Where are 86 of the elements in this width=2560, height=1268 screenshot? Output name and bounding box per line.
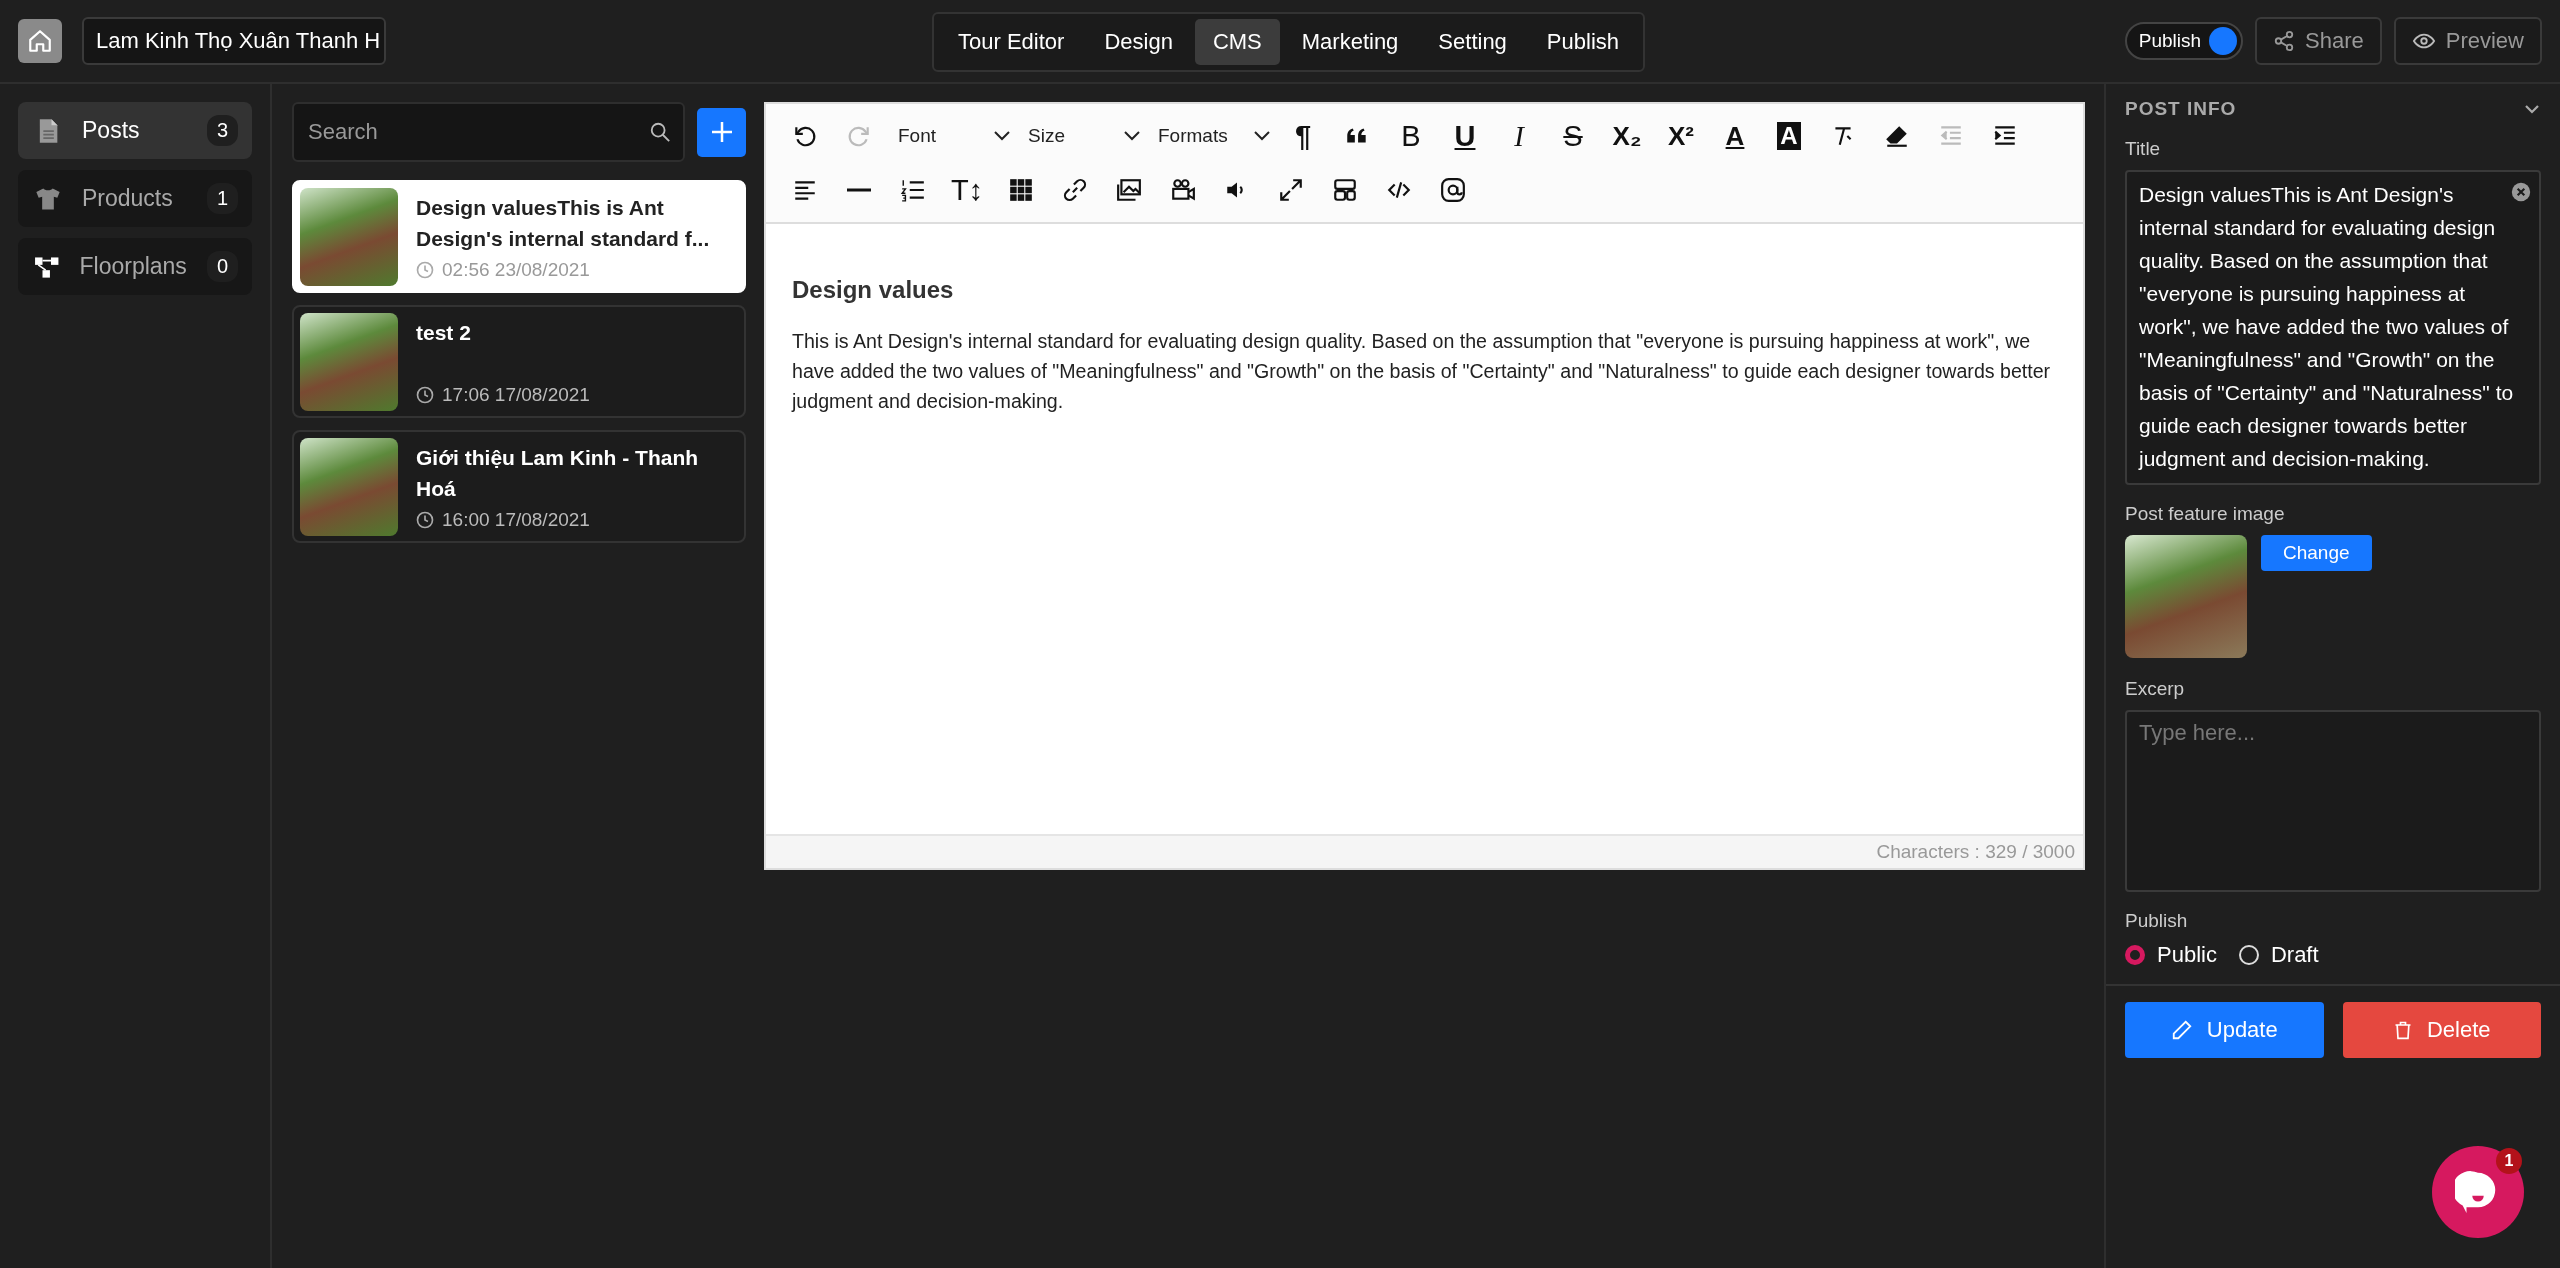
radio-option[interactable]: Draft <box>2238 942 2319 968</box>
field-label: Excerp <box>2125 678 2186 700</box>
post-time: 16:00 17/08/2021 <box>442 509 590 531</box>
post-card[interactable]: Giới thiệu Lam Kinh - Thanh Hoá 16:00 17/08/2021 <box>292 430 746 543</box>
change-button[interactable]: Change <box>2261 535 2372 571</box>
sidebar-item[interactable]: Floorplans 0 <box>18 238 252 295</box>
field-label: Title <box>2125 138 2162 160</box>
nav-tab[interactable]: Tour Editor <box>940 19 1083 65</box>
post-time: 02:56 23/08/2021 <box>442 259 590 281</box>
sidebar-item[interactable]: Posts 3 <box>18 102 252 159</box>
toolbar-button[interactable]: B <box>1384 114 1438 158</box>
field-label: Post feature image <box>2125 503 2286 525</box>
toolbar-button[interactable]: S <box>1546 114 1600 158</box>
home-icon <box>27 28 53 54</box>
clock-icon <box>416 386 434 404</box>
image-icon <box>1116 177 1142 203</box>
toolbar-button[interactable]: T↕ <box>940 168 994 212</box>
post-time: 17:06 17/08/2021 <box>442 384 590 406</box>
toggle-knob <box>2209 27 2238 55</box>
post-title: test 2 <box>416 320 472 346</box>
search-field[interactable]: Search <box>292 102 685 162</box>
preview-button[interactable]: Preview <box>2393 17 2542 65</box>
count-badge: 0 <box>206 251 238 282</box>
sidebar-label: Products <box>82 185 174 212</box>
content-heading: Design values <box>792 276 955 304</box>
home-button[interactable] <box>18 19 62 63</box>
caret-icon <box>1124 131 1140 141</box>
section-heading: POST INFO <box>2125 98 2237 120</box>
sidebar-label: Floorplans <box>79 253 187 280</box>
pencil-icon <box>2170 1019 2193 1041</box>
project-name-field[interactable]: Lam Kinh Thọ Xuân Thanh H <box>82 17 386 65</box>
dropdown-label: Size <box>1028 125 1065 147</box>
share-icon <box>2273 30 2296 52</box>
numbered-list-icon <box>900 177 926 203</box>
count-badge: 1 <box>206 183 238 214</box>
publish-label: Publish <box>2138 30 2202 52</box>
radio-option[interactable]: Public <box>2125 942 2217 968</box>
share-button[interactable]: Share <box>2255 17 2382 65</box>
clear-icon[interactable] <box>2511 182 2531 202</box>
nav-tab[interactable]: Publish <box>1528 19 1637 65</box>
toolbar-dropdown[interactable]: Size <box>1016 114 1146 158</box>
post-card[interactable]: test 2 17:06 17/08/2021 <box>292 305 746 418</box>
publish-toggle[interactable]: Publish <box>2124 22 2244 60</box>
nav-tab[interactable]: CMS <box>1194 19 1280 65</box>
update-button[interactable]: Update <box>2125 1002 2324 1058</box>
post-card[interactable]: Design valuesThis is Ant Design's internal standard f... 02:56 23/08/2021 <box>292 180 746 293</box>
nav-tab[interactable]: Marketing <box>1283 19 1417 65</box>
caret-icon <box>994 131 1010 141</box>
toolbar-button[interactable]: U <box>1438 114 1492 158</box>
toolbar-button[interactable]: I <box>1492 114 1546 158</box>
caret-icon <box>1254 131 1270 141</box>
dropdown-label: Font <box>898 125 937 147</box>
horizontal-rule-icon <box>847 188 871 192</box>
title-field[interactable]: Design valuesThis is Ant Design's internal standard for evaluating design quality. Based on the assumption that "everyone is pursuing happiness at work", we have added the two values of "Meaningfulness" and "Growth" on the basis of "Certainty" and "Naturalness" to guide each designer towards better judgment and decision-making. <box>2125 170 2541 485</box>
toolbar-button[interactable]: X₂ <box>1600 114 1654 158</box>
search-icon <box>649 121 671 143</box>
expand-icon <box>1278 177 1304 203</box>
excerpt-field[interactable]: Type here... <box>2125 710 2541 892</box>
count-badge: 3 <box>206 115 238 146</box>
sidebar-item[interactable]: Products 1 <box>18 170 252 227</box>
content-paragraph: This is Ant Design's internal standard for evaluating design quality. Based on the assumption that "everyone is pursuing happiness at work", we have added the two values of "Meaningfulness" and "Growth" on the basis of "Certainty" and "Naturalness" to guide each designer towards better judgment and decision-making. <box>792 329 2052 414</box>
toolbar-button[interactable]: ¶ <box>1276 114 1330 158</box>
plus-icon <box>709 120 734 144</box>
mention-icon <box>1440 177 1466 203</box>
delete-button[interactable]: Delete <box>2342 1002 2541 1058</box>
clock-icon <box>416 511 434 529</box>
toolbar-button[interactable]: X² <box>1654 114 1708 158</box>
grid-icon <box>1008 177 1034 203</box>
toolbar-button[interactable]: A <box>1708 114 1762 158</box>
toolbar-button[interactable]: A <box>1762 114 1816 158</box>
add-button[interactable] <box>697 107 746 157</box>
toolbar-dropdown[interactable]: Font <box>886 114 1016 158</box>
link-icon <box>1062 177 1088 203</box>
sidebar-label: Posts <box>82 117 141 144</box>
nav-tab[interactable]: Design <box>1086 19 1191 65</box>
post-title: Giới thiệu Lam Kinh - Thanh Hoá <box>416 445 700 502</box>
video-camera-icon <box>1170 177 1196 203</box>
field-label: Publish <box>2125 910 2189 932</box>
dropdown-label: Formats <box>1158 125 1228 147</box>
toolbar-dropdown[interactable]: Formats <box>1146 114 1276 158</box>
layout-icon <box>1332 177 1358 203</box>
character-counter: Characters : 329 / 3000 <box>1876 841 2075 863</box>
notification-badge: 1 <box>2496 1148 2522 1174</box>
clock-icon <box>416 261 434 279</box>
post-title: Design valuesThis is Ant Design's internal standard f... <box>416 195 711 252</box>
nav-tab[interactable]: Setting <box>1420 19 1525 65</box>
